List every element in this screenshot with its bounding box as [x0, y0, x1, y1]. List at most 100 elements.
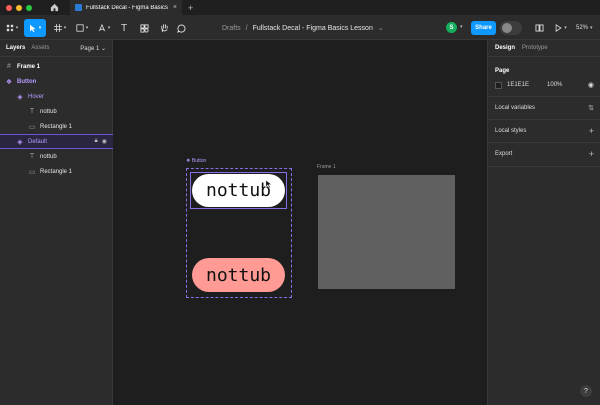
minimize-window-button[interactable]: [16, 4, 22, 11]
layer-default-variant[interactable]: ◈ Default 🔒︎ ◉: [0, 134, 113, 149]
comment-icon: [176, 23, 185, 33]
frame-1[interactable]: [318, 175, 455, 289]
main-menu-button[interactable]: ▾: [4, 19, 20, 37]
component-variant-icon: ◈: [17, 138, 23, 146]
component-set-label[interactable]: ❖ Button: [186, 158, 206, 164]
layer-text-nottub[interactable]: T nottub: [0, 104, 113, 119]
tab-design[interactable]: Design: [495, 45, 515, 51]
text-tool-button[interactable]: T: [118, 19, 130, 37]
layer-label: Rectangle 1: [40, 123, 73, 130]
tab-prototype[interactable]: Prototype: [522, 45, 548, 51]
page-selector[interactable]: Page 1 ⌄: [80, 45, 106, 52]
breadcrumb-separator: /: [245, 24, 248, 32]
frame-icon: [53, 24, 62, 32]
layer-label: Hover: [28, 93, 45, 100]
background-opacity[interactable]: 100%: [547, 82, 562, 88]
divider: [488, 96, 600, 97]
chevron-down-icon[interactable]: ▾: [460, 24, 463, 30]
share-button[interactable]: Share: [471, 21, 496, 35]
play-icon: [555, 24, 562, 32]
layer-label: Button: [17, 78, 37, 85]
export-row[interactable]: Export +: [488, 148, 600, 160]
layer-rectangle-1[interactable]: ▭ Rectangle 1: [0, 164, 113, 179]
layer-button-component-set[interactable]: ❖ Button: [0, 74, 113, 89]
left-panel-tabs: Layers Assets Page 1 ⌄: [0, 40, 112, 57]
text-layer-icon: T: [29, 153, 35, 160]
layer-label: Default: [28, 138, 48, 145]
chevron-down-icon[interactable]: ⌄: [378, 24, 384, 32]
tab-assets[interactable]: Assets: [31, 45, 49, 51]
dev-mode-toggle[interactable]: [500, 21, 522, 35]
breadcrumb-drafts[interactable]: Drafts: [222, 25, 241, 32]
local-variables-label: Local variables: [495, 105, 536, 111]
library-button[interactable]: [534, 19, 544, 37]
text-layer-icon: T: [29, 108, 35, 115]
add-icon[interactable]: +: [589, 126, 594, 136]
page-section-title: Page: [495, 68, 510, 74]
tab-close-icon[interactable]: ×: [173, 4, 177, 11]
title-bar: Fullstack Decal - Figma Basics Les × +: [0, 0, 600, 16]
frame-tool-button[interactable]: ▾: [52, 19, 68, 37]
layer-frame-1[interactable]: # Frame 1: [0, 59, 113, 74]
button-text: nottub: [205, 264, 272, 286]
figma-menu-icon: [6, 24, 13, 32]
local-variables-row[interactable]: Local variables ⇅: [488, 102, 600, 114]
pen-tool-button[interactable]: ▾: [96, 19, 112, 37]
component-variant-icon: ◈: [17, 93, 23, 101]
move-tool-button[interactable]: ▾: [24, 19, 46, 37]
add-icon[interactable]: +: [589, 149, 594, 159]
pen-icon: [98, 24, 106, 32]
chevron-down-icon: ▾: [85, 25, 89, 31]
layer-rectangle-1[interactable]: ▭ Rectangle 1: [0, 119, 113, 134]
file-name[interactable]: Fullstack Decal - Figma Basics Lesson: [253, 25, 373, 32]
cursor-icon: [29, 24, 36, 32]
chevron-down-icon: ▾: [590, 25, 593, 31]
background-color-swatch[interactable]: [495, 81, 502, 89]
divider: [488, 142, 600, 143]
home-icon[interactable]: [48, 2, 60, 14]
eye-icon[interactable]: ◉: [102, 138, 107, 145]
layer-text-nottub[interactable]: T nottub: [0, 149, 113, 164]
chevron-down-icon: ▾: [63, 25, 67, 31]
frame-label[interactable]: Frame 1: [317, 164, 336, 170]
help-button[interactable]: ?: [580, 385, 592, 397]
resources-icon: [139, 23, 149, 33]
tab-layers[interactable]: Layers: [6, 45, 25, 51]
toolbar: ▾ ▾ ▾ ▾ ▾ T Drafts / Fullstack Decal - F…: [0, 16, 600, 40]
properties-panel: Design Prototype Page 1E1E1E 100% ◉ Loca…: [487, 40, 600, 405]
adjust-icon[interactable]: ⇅: [588, 104, 594, 112]
resources-button[interactable]: [138, 19, 150, 37]
file-tab[interactable]: Fullstack Decal - Figma Basics Les ×: [70, 0, 182, 16]
text-icon: T: [120, 22, 128, 34]
comment-tool-button[interactable]: [175, 19, 187, 37]
divider: [488, 166, 600, 167]
lock-icon[interactable]: 🔒︎: [95, 138, 98, 145]
chevron-down-icon: ▾: [107, 25, 111, 31]
button-hover-variant[interactable]: nottub: [192, 258, 285, 292]
eye-icon[interactable]: ◉: [588, 81, 594, 89]
layer-label: Rectangle 1: [40, 168, 73, 175]
hand-tool-button[interactable]: [158, 19, 170, 37]
layer-label: nottub: [40, 153, 57, 160]
divider: [488, 119, 600, 120]
avatar[interactable]: S: [446, 22, 457, 33]
present-button[interactable]: ▾: [554, 19, 568, 37]
layer-label: nottub: [40, 108, 57, 115]
local-styles-row[interactable]: Local styles +: [488, 125, 600, 137]
figma-file-icon: [75, 4, 82, 11]
zoom-level: 52%: [576, 25, 589, 31]
background-hex[interactable]: 1E1E1E: [507, 82, 529, 88]
chevron-down-icon: ▾: [15, 25, 19, 31]
new-tab-button[interactable]: +: [188, 3, 193, 13]
tab-title: Fullstack Decal - Figma Basics Les: [86, 4, 169, 11]
maximize-window-button[interactable]: [26, 4, 32, 11]
selection-outline: [190, 172, 287, 209]
toggle-knob: [502, 23, 512, 33]
zoom-menu[interactable]: 52% ▾: [576, 16, 593, 40]
page-section-header: Page: [488, 65, 600, 77]
hand-icon: [160, 24, 168, 33]
chevron-down-icon: ▾: [564, 25, 567, 31]
close-window-button[interactable]: [6, 4, 12, 11]
layer-hover-variant[interactable]: ◈ Hover: [0, 89, 113, 104]
shape-tool-button[interactable]: ▾: [74, 19, 90, 37]
